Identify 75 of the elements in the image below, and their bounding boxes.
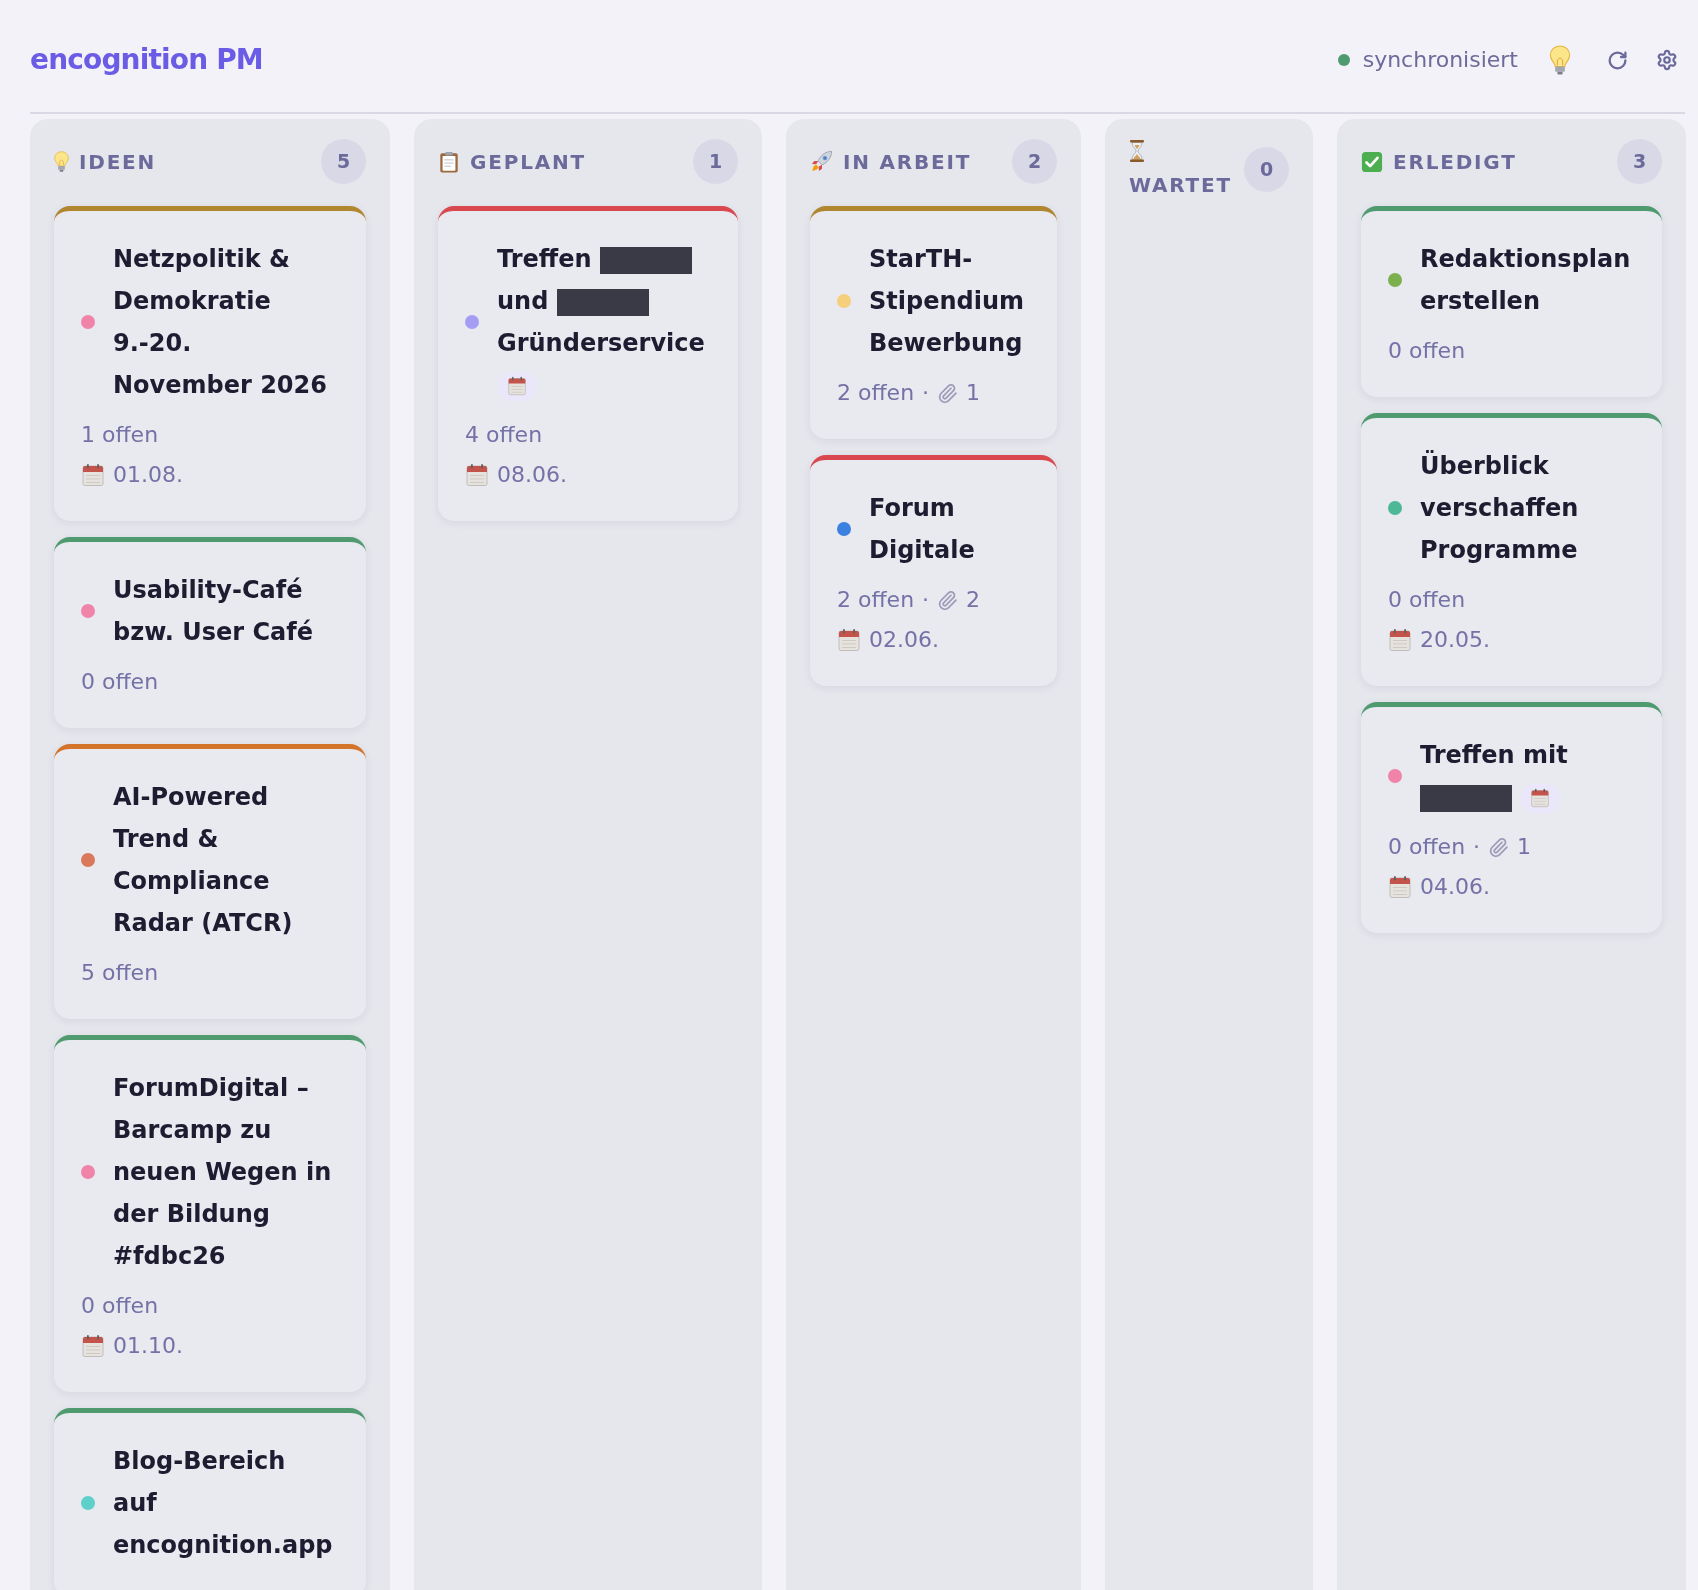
sync-status-text: synchronisiert <box>1362 46 1518 74</box>
calendar-icon <box>1388 628 1412 652</box>
paperclip-icon <box>937 382 959 404</box>
task-card[interactable]: Forum Digitale 2 offen · 2 02.06. <box>810 455 1057 686</box>
task-card[interactable]: Treffen und Gründerservice 4 offen 08.06. <box>438 206 738 521</box>
separator: · <box>922 379 930 407</box>
task-card[interactable]: Blog-Bereich auf encognition.app <box>54 1408 366 1590</box>
app-title: encognition PM <box>30 42 263 78</box>
task-card[interactable]: AI-Powered Trend & Compliance Radar (ATCR) 5 offen <box>54 744 366 1019</box>
calendar-icon <box>837 628 861 652</box>
task-card[interactable]: Redaktionsplan erstellen 0 offen <box>1361 206 1662 397</box>
open-count: 0 offen <box>1388 586 1466 614</box>
card-title: Usability-Café bzw. User Café <box>113 575 315 648</box>
due-date: 01.08. <box>113 461 183 489</box>
open-count: 0 offen <box>1388 833 1466 861</box>
column-title: ERLEDIGT <box>1393 148 1517 176</box>
task-card[interactable]: Netzpolitik & Demokratie 9.-20. November 2026 1 offen 01.08. <box>54 206 366 521</box>
due-date: 08.06. <box>497 461 567 489</box>
column-title: WARTET <box>1129 172 1232 199</box>
paperclip-icon <box>937 589 959 611</box>
separator: · <box>922 586 930 614</box>
card-title: und <box>497 287 549 315</box>
column-title: IDEEN <box>79 148 157 176</box>
open-count: 2 offen <box>837 379 915 407</box>
calendar-icon <box>81 1334 105 1358</box>
separator: · <box>1473 833 1481 861</box>
open-count: 2 offen <box>837 586 915 614</box>
task-card[interactable]: Überblick verschaffen Programme 0 offen 20.05. <box>1361 413 1662 686</box>
count-badge: 1 <box>693 139 738 184</box>
due-date: 04.06. <box>1420 873 1490 901</box>
task-card[interactable]: ForumDigital – Barcamp zu neuen Wegen in der Bildung #fdbc26 0 offen 01.10. <box>54 1035 366 1392</box>
open-count: 5 offen <box>81 959 159 987</box>
attachment-count: 2 <box>966 586 981 614</box>
card-title: Treffen mit <box>1420 741 1568 769</box>
count-badge: 2 <box>1012 139 1057 184</box>
card-title: AI-Powered Trend & Compliance Radar (ATCR) <box>113 782 294 939</box>
count-badge: 0 <box>1244 146 1289 192</box>
card-title: Gründerservice <box>497 329 705 357</box>
calendar-icon <box>1388 875 1412 899</box>
due-date: 01.10. <box>113 1332 183 1360</box>
card-title: StarTH-Stipendium Bewerbung <box>869 244 1026 359</box>
due-date: 02.06. <box>869 626 939 654</box>
card-title: Forum Digitale <box>869 493 976 566</box>
open-count: 0 offen <box>81 1292 159 1320</box>
card-title: Treffen <box>497 245 592 273</box>
due-date: 20.05. <box>1420 626 1490 654</box>
attachment-count: 1 <box>966 379 981 407</box>
clipboard-icon <box>438 150 460 173</box>
card-title: ForumDigital – Barcamp zu neuen Wegen in der Bildung #fdbc26 <box>113 1073 333 1272</box>
calendar-icon <box>465 463 489 487</box>
rocket-icon <box>810 150 833 173</box>
bulb-icon <box>54 151 69 172</box>
task-card[interactable]: Treffen mit 0 offen · 1 04.06. <box>1361 702 1662 933</box>
card-title: Blog-Bereich auf encognition.app <box>113 1446 334 1561</box>
column-title: IN ARBEIT <box>843 148 972 176</box>
bulb-icon <box>1549 45 1571 75</box>
count-badge: 3 <box>1617 139 1662 184</box>
task-card[interactable]: Usability-Café bzw. User Café 0 offen <box>54 537 366 728</box>
card-title: Redaktionsplan erstellen <box>1420 244 1632 317</box>
card-title: Überblick verschaffen Programme <box>1420 449 1580 566</box>
open-count: 0 offen <box>1388 337 1466 365</box>
task-card[interactable]: StarTH-Stipendium Bewerbung 2 offen · 1 <box>810 206 1057 439</box>
open-count: 0 offen <box>81 668 159 696</box>
column-title: GEPLANT <box>470 148 586 176</box>
paperclip-icon <box>1488 836 1510 858</box>
settings-icon <box>1656 49 1678 71</box>
refresh-icon <box>1606 49 1628 71</box>
check-box-icon <box>1361 150 1383 173</box>
open-count: 1 offen <box>81 421 159 449</box>
card-title: Netzpolitik & Demokratie 9.-20. November 2026 <box>113 244 328 401</box>
attachment-count: 1 <box>1517 833 1532 861</box>
hourglass-icon <box>1129 139 1145 163</box>
count-badge: 5 <box>321 139 366 184</box>
open-count: 4 offen <box>465 421 543 449</box>
calendar-icon <box>81 463 105 487</box>
